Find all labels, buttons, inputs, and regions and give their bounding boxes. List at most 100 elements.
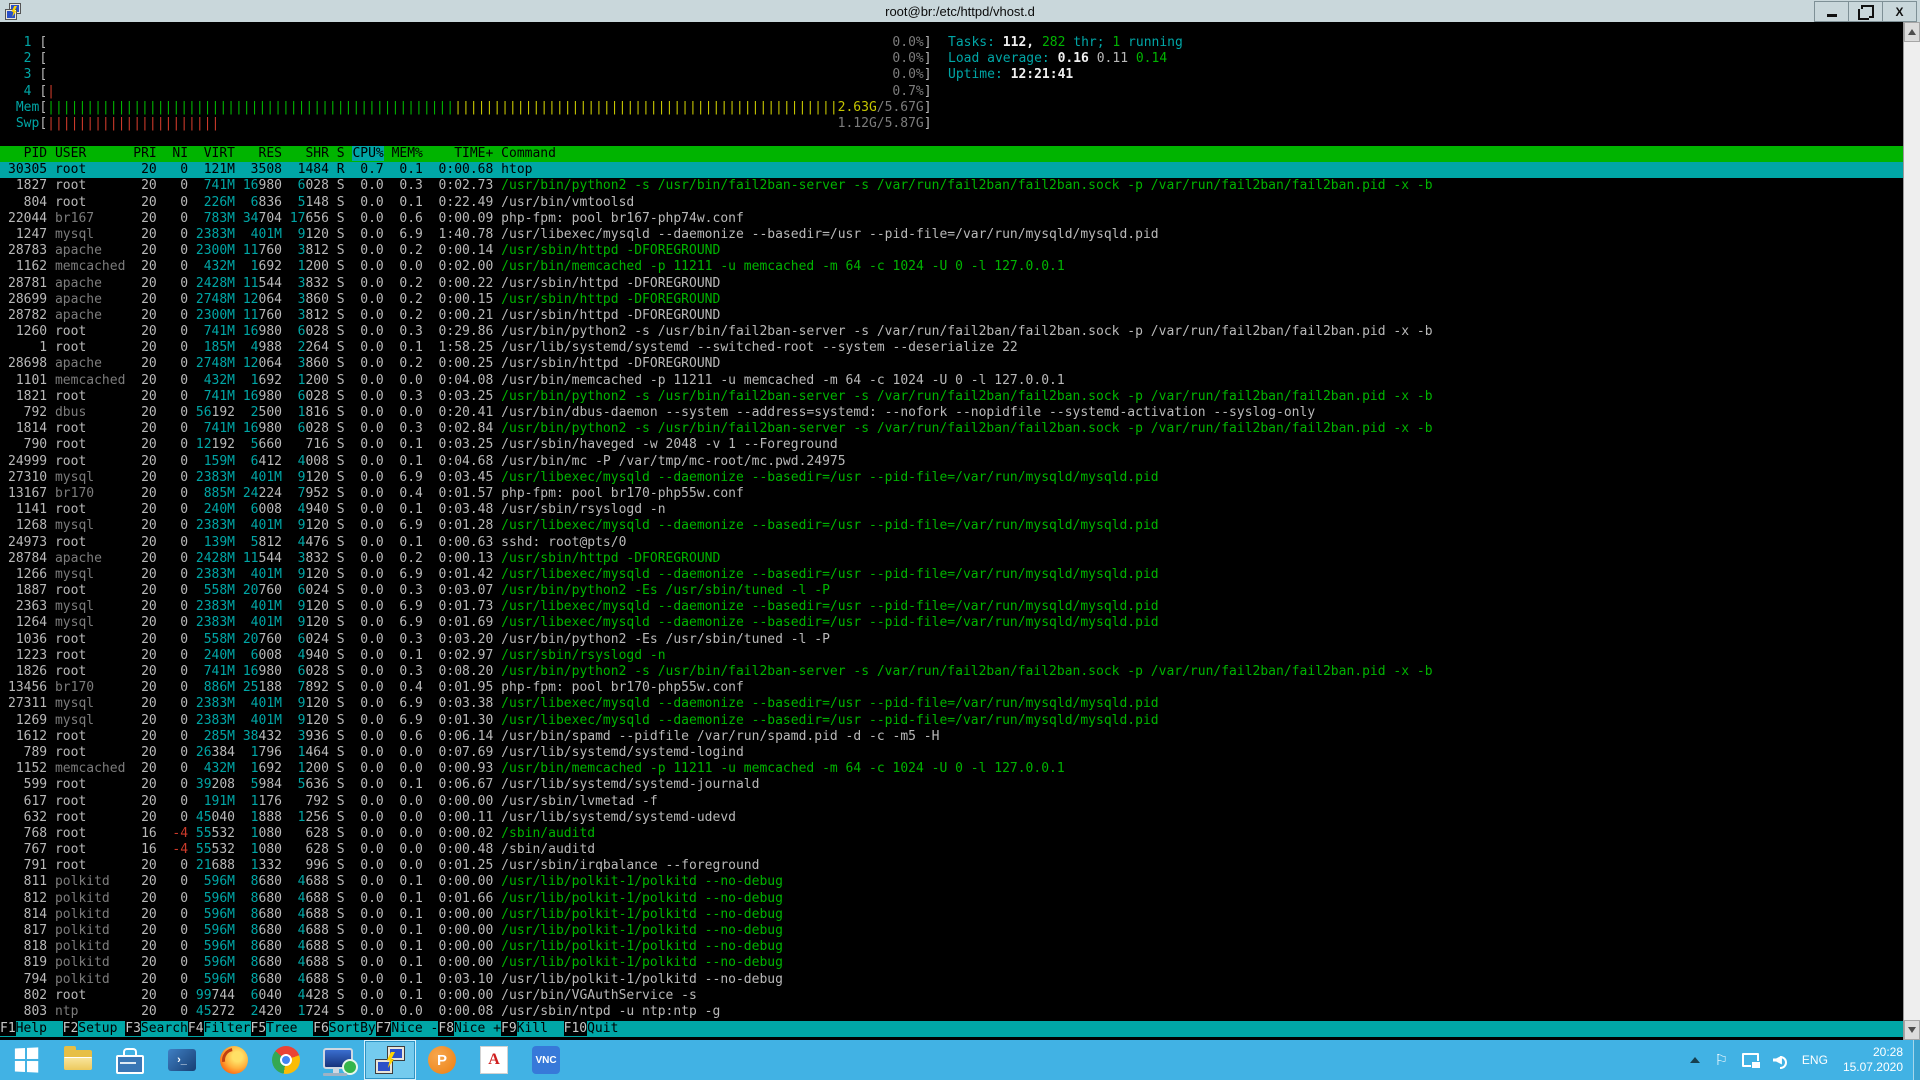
process-row[interactable]: 1101 memcached 20 0 432M 1692 1200 S 0.0… (0, 373, 1903, 389)
process-row[interactable]: 617 root 20 0 191M 1176 792 S 0.0 0.0 0:… (0, 794, 1903, 810)
maximize-icon (1861, 5, 1874, 18)
tray-date: 15.07.2020 (1843, 1060, 1903, 1075)
process-row[interactable]: 1827 root 20 0 741M 16980 6028 S 0.0 0.3… (0, 178, 1903, 194)
folder-icon (64, 1050, 92, 1070)
process-row[interactable]: 2363 mysql 20 0 2383M 401M 9120 S 0.0 6.… (0, 599, 1903, 615)
process-row[interactable]: 768 root 16 -4 55532 1080 628 S 0.0 0.0 … (0, 826, 1903, 842)
process-row[interactable]: 1268 mysql 20 0 2383M 401M 9120 S 0.0 6.… (0, 518, 1903, 534)
process-row[interactable]: 789 root 20 0 26384 1796 1464 S 0.0 0.0 … (0, 745, 1903, 761)
process-row[interactable]: 632 root 20 0 45040 1888 1256 S 0.0 0.0 … (0, 810, 1903, 826)
show-desktop-button[interactable] (1913, 1040, 1920, 1080)
process-row[interactable]: 1814 root 20 0 741M 16980 6028 S 0.0 0.3… (0, 421, 1903, 437)
process-row[interactable]: 28784 apache 20 0 2428M 11544 3832 S 0.0… (0, 551, 1903, 567)
prtg-icon: P (428, 1046, 456, 1074)
process-row[interactable]: 1223 root 20 0 240M 6008 4940 S 0.0 0.1 … (0, 648, 1903, 664)
taskbar-remote-desktop[interactable] (312, 1040, 364, 1080)
scroll-up-button[interactable] (1904, 22, 1920, 42)
taskbar-vnc-viewer[interactable]: VNC (520, 1040, 572, 1080)
process-row[interactable]: 28782 apache 20 0 2300M 11760 3812 S 0.0… (0, 308, 1903, 324)
taskbar-chrome[interactable] (260, 1040, 312, 1080)
window-titlebar[interactable]: root@br:/etc/httpd/vhost.d X (0, 0, 1920, 23)
scroll-down-button[interactable] (1904, 1020, 1920, 1040)
process-row[interactable]: 13167 br170 20 0 885M 24224 7952 S 0.0 0… (0, 486, 1903, 502)
process-row[interactable]: 804 root 20 0 226M 6836 5148 S 0.0 0.1 0… (0, 195, 1903, 211)
start-button[interactable] (0, 1040, 52, 1080)
process-row[interactable]: 794 polkitd 20 0 596M 8680 4688 S 0.0 0.… (0, 972, 1903, 988)
minimize-icon (1827, 14, 1837, 17)
maximize-button[interactable] (1848, 2, 1882, 21)
desktop: root@br:/etc/httpd/vhost.d X 1 [ 0.0%] 2… (0, 0, 1920, 1080)
process-row[interactable]: 1 root 20 0 185M 4988 2264 S 0.0 0.1 1:5… (0, 340, 1903, 356)
process-row[interactable]: 812 polkitd 20 0 596M 8680 4688 S 0.0 0.… (0, 891, 1903, 907)
process-row[interactable]: 1264 mysql 20 0 2383M 401M 9120 S 0.0 6.… (0, 615, 1903, 631)
taskbar-powershell[interactable]: ›_ (156, 1040, 208, 1080)
process-row[interactable]: 791 root 20 0 21688 1332 996 S 0.0 0.0 0… (0, 858, 1903, 874)
process-row[interactable]: 803 ntp 20 0 45272 2420 1724 S 0.0 0.0 0… (0, 1004, 1903, 1020)
process-row[interactable]: 814 polkitd 20 0 596M 8680 4688 S 0.0 0.… (0, 907, 1903, 923)
process-row[interactable]: 1266 mysql 20 0 2383M 401M 9120 S 0.0 6.… (0, 567, 1903, 583)
minimize-button[interactable] (1815, 2, 1848, 21)
process-row[interactable]: 24999 root 20 0 159M 6412 4008 S 0.0 0.1… (0, 454, 1903, 470)
terminal-scrollbar[interactable] (1903, 22, 1920, 1040)
taskbar-file-explorer[interactable] (52, 1040, 104, 1080)
process-row[interactable]: 811 polkitd 20 0 596M 8680 4688 S 0.0 0.… (0, 874, 1903, 890)
taskbar-prtg[interactable]: P (416, 1040, 468, 1080)
process-table-header[interactable]: PID USER PRI NI VIRT RES SHR S CPU% MEM%… (0, 146, 1903, 162)
putty-icon (375, 1046, 405, 1074)
process-row[interactable]: 1152 memcached 20 0 432M 1692 1200 S 0.0… (0, 761, 1903, 777)
process-row[interactable]: 22044 br167 20 0 783M 34704 17656 S 0.0 … (0, 211, 1903, 227)
terminal[interactable]: 1 [ 0.0%] 2 [ (0, 22, 1903, 1040)
process-row[interactable]: 28699 apache 20 0 2748M 12064 3860 S 0.0… (0, 292, 1903, 308)
process-row[interactable]: 28781 apache 20 0 2428M 11544 3832 S 0.0… (0, 276, 1903, 292)
tray-clock[interactable]: 20:28 15.07.2020 (1837, 1045, 1913, 1075)
process-row[interactable]: 802 root 20 0 99744 6040 4428 S 0.0 0.1 … (0, 988, 1903, 1004)
process-row[interactable]: 27310 mysql 20 0 2383M 401M 9120 S 0.0 6… (0, 470, 1903, 486)
process-row[interactable]: 1260 root 20 0 741M 16980 6028 S 0.0 0.3… (0, 324, 1903, 340)
memory-meter: Mem[||||||||||||||||||||||||||||||||||||… (8, 100, 932, 116)
scroll-up-icon (1908, 29, 1916, 35)
tasks-summary: Tasks: 112, 282 thr; 1 running (948, 35, 1183, 51)
taskbar-adobe-reader[interactable]: A (468, 1040, 520, 1080)
chevron-up-icon (1690, 1057, 1700, 1063)
taskbar-firefox[interactable] (208, 1040, 260, 1080)
tray-language-button[interactable]: ENG (1793, 1053, 1837, 1067)
process-row[interactable]: 28783 apache 20 0 2300M 11760 3812 S 0.0… (0, 243, 1903, 259)
process-row[interactable]: 30305 root 20 0 121M 3508 1484 R 0.7 0.1… (0, 162, 1903, 178)
taskbar-putty-active[interactable] (364, 1040, 416, 1080)
tray-network-button[interactable] (1735, 1040, 1766, 1080)
close-button[interactable]: X (1882, 2, 1916, 21)
powershell-icon: ›_ (168, 1049, 196, 1071)
process-row[interactable]: 599 root 20 0 39208 5984 5636 S 0.0 0.1 … (0, 777, 1903, 793)
scroll-down-icon (1908, 1027, 1916, 1033)
system-meters: 1 [ 0.0%] 2 [ (8, 35, 932, 132)
process-row[interactable]: 28698 apache 20 0 2748M 12064 3860 S 0.0… (0, 356, 1903, 372)
remote-desktop-icon (323, 1048, 353, 1069)
process-row[interactable]: 24973 root 20 0 139M 5812 4476 S 0.0 0.1… (0, 535, 1903, 551)
tray-volume-button[interactable] (1766, 1040, 1793, 1080)
process-row[interactable]: 1269 mysql 20 0 2383M 401M 9120 S 0.0 6.… (0, 713, 1903, 729)
process-row[interactable]: 1141 root 20 0 240M 6008 4940 S 0.0 0.1 … (0, 502, 1903, 518)
network-icon (1742, 1053, 1759, 1067)
tray-hidden-icons-button[interactable] (1683, 1040, 1707, 1080)
taskbar-server-manager[interactable] (104, 1040, 156, 1080)
process-row[interactable]: 817 polkitd 20 0 596M 8680 4688 S 0.0 0.… (0, 923, 1903, 939)
process-row[interactable]: 1887 root 20 0 558M 20760 6024 S 0.0 0.3… (0, 583, 1903, 599)
process-row[interactable]: 767 root 16 -4 55532 1080 628 S 0.0 0.0 … (0, 842, 1903, 858)
function-key-bar[interactable]: F1Help F2Setup F3SearchF4FilterF5Tree F6… (0, 1021, 1903, 1037)
process-row[interactable]: 819 polkitd 20 0 596M 8680 4688 S 0.0 0.… (0, 955, 1903, 971)
process-row[interactable]: 792 dbus 20 0 56192 2500 1816 S 0.0 0.0 … (0, 405, 1903, 421)
process-row[interactable]: 1612 root 20 0 285M 38432 3936 S 0.0 0.6… (0, 729, 1903, 745)
process-row[interactable]: 818 polkitd 20 0 596M 8680 4688 S 0.0 0.… (0, 939, 1903, 955)
process-row[interactable]: 1036 root 20 0 558M 20760 6024 S 0.0 0.3… (0, 632, 1903, 648)
process-row[interactable]: 13456 br170 20 0 886M 25188 7892 S 0.0 0… (0, 680, 1903, 696)
cpu-meter-2: 2 [ 0.0%] (8, 51, 932, 67)
process-row[interactable]: 1162 memcached 20 0 432M 1692 1200 S 0.0… (0, 259, 1903, 275)
process-row[interactable]: 1247 mysql 20 0 2383M 401M 9120 S 0.0 6.… (0, 227, 1903, 243)
tray-action-center-button[interactable]: ⚐ (1707, 1040, 1734, 1080)
process-row[interactable]: 27311 mysql 20 0 2383M 401M 9120 S 0.0 6… (0, 696, 1903, 712)
system-summary: Tasks: 112, 282 thr; 1 runningLoad avera… (948, 35, 1183, 84)
uptime: Uptime: 12:21:41 (948, 67, 1183, 83)
process-row[interactable]: 1826 root 20 0 741M 16980 6028 S 0.0 0.3… (0, 664, 1903, 680)
process-row[interactable]: 1821 root 20 0 741M 16980 6028 S 0.0 0.3… (0, 389, 1903, 405)
process-row[interactable]: 790 root 20 0 12192 5660 716 S 0.0 0.1 0… (0, 437, 1903, 453)
